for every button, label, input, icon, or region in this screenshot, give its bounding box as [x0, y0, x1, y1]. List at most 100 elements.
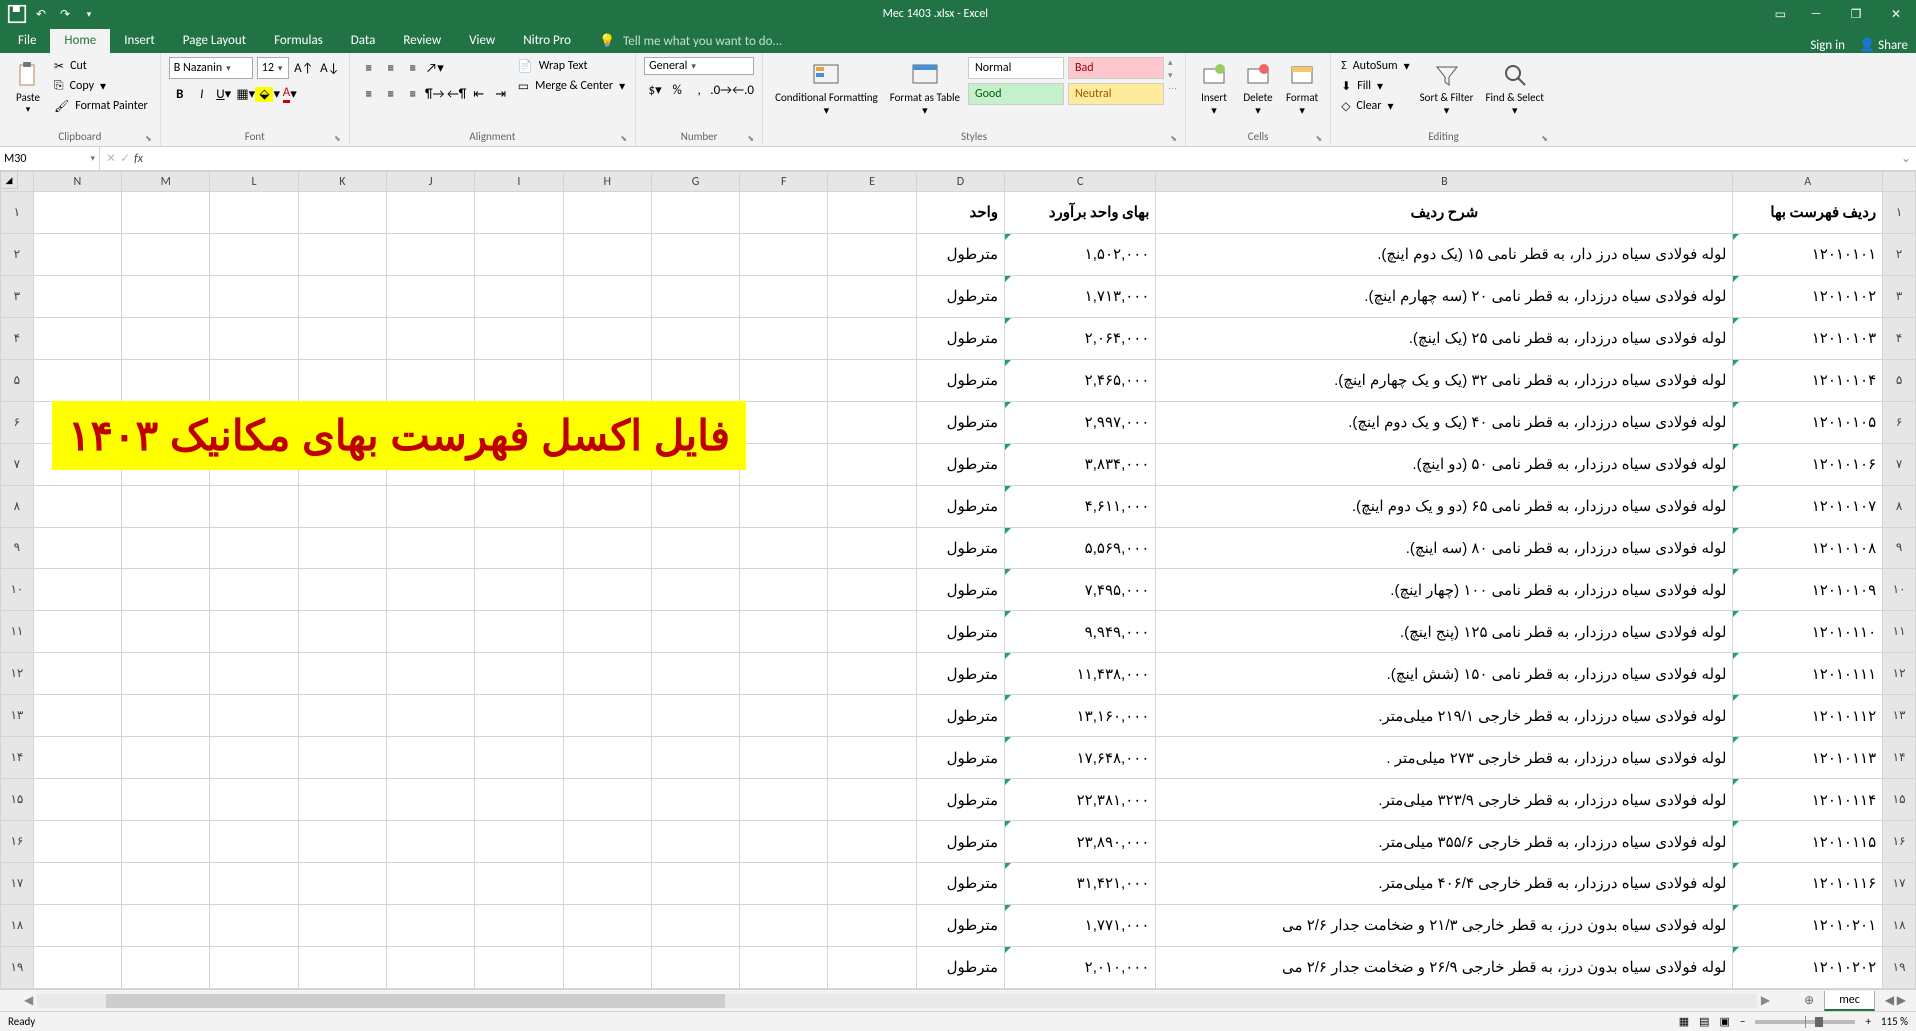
col-header[interactable]: K [298, 172, 386, 192]
col-header[interactable]: E [828, 172, 916, 192]
zoom-in-button[interactable]: + [1865, 1015, 1870, 1028]
fill-button[interactable]: ⬇ Fill ▾ [1339, 77, 1411, 95]
tab-insert[interactable]: Insert [110, 29, 169, 53]
table-row[interactable]: ۱۵مترطول۲۲,۳۸۱,۰۰۰لوله فولادی سیاه درزدا… [1, 779, 1916, 821]
table-row[interactable]: ۱۹مترطول۲,۰۱۰,۰۰۰لوله فولادی سیاه بدون د… [1, 946, 1916, 988]
col-header[interactable]: H [563, 172, 651, 192]
table-row[interactable]: ۱۶مترطول۲۳,۸۹۰,۰۰۰لوله فولادی سیاه درزدا… [1, 821, 1916, 863]
underline-button[interactable]: U▾ [213, 83, 235, 105]
zoom-out-button[interactable]: − [1740, 1015, 1745, 1028]
sort-filter-button[interactable]: Sort & Filter▾ [1416, 57, 1478, 119]
delete-cells-button[interactable]: Delete▾ [1238, 57, 1278, 119]
formula-input[interactable] [149, 147, 1896, 170]
table-row[interactable]: ۹مترطول۵,۵۶۹,۰۰۰لوله فولادی سیاه درزدار،… [1, 527, 1916, 569]
align-middle-icon[interactable]: ≡ [380, 57, 402, 79]
tab-formulas[interactable]: Formulas [260, 29, 337, 53]
style-bad[interactable]: Bad [1068, 57, 1164, 79]
borders-button[interactable]: ▦▾ [235, 83, 257, 105]
shrink-font-icon[interactable]: A↓ [319, 57, 341, 79]
italic-button[interactable]: I [191, 83, 213, 105]
name-box[interactable]: M30 [0, 147, 100, 170]
share-button[interactable]: 👤 Share [1859, 38, 1908, 53]
find-select-button[interactable]: Find & Select▾ [1481, 57, 1547, 119]
align-bottom-icon[interactable]: ≡ [402, 57, 424, 79]
align-top-icon[interactable]: ≡ [358, 57, 380, 79]
view-pagebreak-icon[interactable]: ▣ [1720, 1015, 1730, 1028]
format-cells-button[interactable]: Format▾ [1282, 57, 1322, 119]
orientation-icon[interactable]: ↗▾ [424, 57, 446, 79]
col-header[interactable]: B [1156, 172, 1733, 192]
align-right-icon[interactable]: ≡ [402, 83, 424, 105]
font-color-button[interactable]: A▾ [279, 83, 301, 105]
autosum-button[interactable]: Σ AutoSum ▾ [1339, 57, 1411, 75]
col-header[interactable]: J [386, 172, 474, 192]
number-format-combo[interactable]: General [644, 57, 754, 75]
style-good[interactable]: Good [968, 83, 1064, 105]
table-row[interactable]: ۱۰مترطول۷,۴۹۵,۰۰۰لوله فولادی سیاه درزدار… [1, 569, 1916, 611]
close-button[interactable]: ✕ [1876, 0, 1916, 28]
table-row[interactable]: ۱۲مترطول۱۱,۴۳۸,۰۰۰لوله فولادی سیاه درزدا… [1, 653, 1916, 695]
percent-icon[interactable]: % [666, 79, 688, 101]
format-as-table-button[interactable]: Format as Table▾ [886, 57, 964, 119]
tab-review[interactable]: Review [389, 29, 455, 53]
table-row[interactable]: ۱۳مترطول۱۳,۱۶۰,۰۰۰لوله فولادی سیاه درزدا… [1, 695, 1916, 737]
bold-button[interactable]: B [169, 83, 191, 105]
merge-center-button[interactable]: ▭ Merge & Center ▾ [516, 77, 627, 95]
tell-me-search[interactable]: 💡 Tell me what you want to do... [585, 30, 1810, 53]
format-painter-button[interactable]: 🖌 Format Painter [52, 97, 152, 115]
table-row[interactable]: ۱۱مترطول۹,۹۴۹,۰۰۰لوله فولادی سیاه درزدار… [1, 611, 1916, 653]
signin-link[interactable]: Sign in [1810, 38, 1845, 53]
col-header[interactable]: D [916, 172, 1004, 192]
col-header[interactable]: I [475, 172, 563, 192]
save-icon[interactable] [6, 3, 28, 25]
tab-nitro[interactable]: Nitro Pro [509, 29, 585, 53]
view-layout-icon[interactable]: ▤ [1699, 1015, 1709, 1028]
wrap-text-button[interactable]: 📄 Wrap Text [516, 57, 627, 75]
grow-font-icon[interactable]: A↑ [293, 57, 315, 79]
comma-icon[interactable]: , [688, 79, 710, 101]
cancel-fx-icon[interactable]: ✕ [106, 151, 116, 166]
zoom-slider[interactable] [1755, 1020, 1855, 1024]
fill-color-button[interactable]: ⬙▾ [257, 83, 279, 105]
col-header[interactable]: G [651, 172, 739, 192]
ribbon-display-icon[interactable]: ▭ [1765, 7, 1796, 22]
expand-fx-icon[interactable]: ⌄ [1896, 147, 1916, 170]
font-size-combo[interactable]: 12 [257, 57, 289, 79]
tab-file[interactable]: File [4, 29, 50, 53]
zoom-level[interactable]: 115 % [1881, 1015, 1908, 1028]
dec-indent-icon[interactable]: ⇤ [468, 83, 490, 105]
table-row[interactable]: ۳مترطول۱,۷۱۳,۰۰۰لوله فولادی سیاه درزدار،… [1, 275, 1916, 317]
cut-button[interactable]: ✂ Cut [52, 57, 152, 75]
col-header[interactable]: C [1005, 172, 1156, 192]
align-left-icon[interactable]: ≡ [358, 83, 380, 105]
new-sheet-button[interactable]: ⊕ [1794, 993, 1824, 1008]
col-header[interactable]: N [33, 172, 121, 192]
tab-page-layout[interactable]: Page Layout [169, 29, 260, 53]
enter-fx-icon[interactable]: ✓ [120, 151, 130, 166]
table-row[interactable]: ۲مترطول۱,۵۰۲,۰۰۰لوله فولادی سیاه درز دار… [1, 233, 1916, 275]
redo-icon[interactable]: ↷ [54, 3, 76, 25]
expand-all-icon[interactable]: ◢ [0, 171, 18, 189]
tab-data[interactable]: Data [337, 29, 390, 53]
paste-button[interactable]: Paste▾ [8, 57, 48, 117]
table-row[interactable]: ۸مترطول۴,۶۱۱,۰۰۰لوله فولادی سیاه درزدار،… [1, 485, 1916, 527]
table-row[interactable]: ۵مترطول۲,۴۶۵,۰۰۰لوله فولادی سیاه درزدار،… [1, 359, 1916, 401]
copy-button[interactable]: ⎘ Copy ▾ [52, 77, 152, 95]
horizontal-scrollbar[interactable]: ◀ ▶ [20, 994, 1774, 1008]
table-row[interactable]: ۱۸مترطول۱,۷۷۱,۰۰۰لوله فولادی سیاه بدون د… [1, 904, 1916, 946]
sheet-tab-mec[interactable]: mec [1824, 991, 1875, 1011]
sheet-nav[interactable]: ◀ ▶ [1875, 993, 1916, 1008]
ltr-icon[interactable]: ¶→ [424, 83, 446, 105]
inc-indent-icon[interactable]: ⇥ [490, 83, 512, 105]
dec-decimal-icon[interactable]: ←.0 [732, 79, 754, 101]
conditional-formatting-button[interactable]: Conditional Formatting▾ [771, 57, 882, 119]
style-neutral[interactable]: Neutral [1068, 83, 1164, 105]
col-header[interactable]: M [122, 172, 210, 192]
minimize-button[interactable]: — [1796, 0, 1836, 28]
spreadsheet-grid[interactable]: NMLKJIHGFEDCBA۱واحدبهای واحد برآوردشرح ر… [0, 171, 1916, 989]
col-header[interactable]: A [1733, 172, 1883, 192]
row-header[interactable]: ۱ [1, 192, 34, 234]
insert-cells-button[interactable]: Insert▾ [1194, 57, 1234, 119]
currency-icon[interactable]: $▾ [644, 79, 666, 101]
inc-decimal-icon[interactable]: .0→ [710, 79, 732, 101]
